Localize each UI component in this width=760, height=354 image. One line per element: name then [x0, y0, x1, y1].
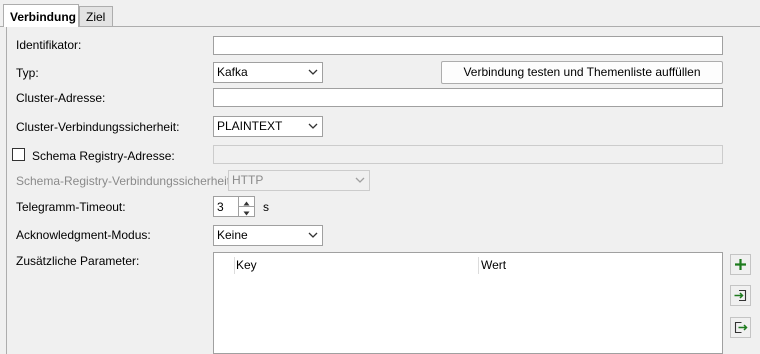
- triangle-down-icon: [243, 211, 250, 216]
- chevron-down-icon: [308, 232, 318, 238]
- ack-modus-value: Keine: [217, 228, 248, 242]
- typ-select[interactable]: Kafka: [213, 62, 323, 83]
- cluster-adresse-label: Cluster-Adresse:: [16, 91, 106, 105]
- cluster-sicherheit-label: Cluster-Verbindungssicherheit:: [16, 120, 180, 134]
- cluster-sicherheit-value: PLAINTEXT: [217, 119, 283, 133]
- plus-icon: [735, 259, 746, 270]
- tab-ziel[interactable]: Ziel: [79, 6, 113, 26]
- chevron-down-icon: [355, 177, 365, 183]
- params-grid[interactable]: Key Wert: [213, 252, 723, 354]
- tab-bar: Verbindung Ziel: [0, 0, 760, 27]
- schema-sicherheit-select[interactable]: HTTP: [228, 170, 370, 191]
- row-selector-header: [217, 257, 235, 274]
- schema-registry-label: Schema Registry-Adresse:: [32, 149, 175, 163]
- timeout-stepper-buttons: [238, 197, 254, 216]
- tab-verbindung[interactable]: Verbindung: [3, 4, 79, 27]
- schema-registry-field[interactable]: [213, 145, 723, 164]
- stepper-down-button[interactable]: [239, 207, 254, 216]
- chevron-down-icon: [308, 123, 318, 129]
- column-header-wert[interactable]: Wert: [481, 258, 506, 272]
- export-parameters-button[interactable]: [730, 317, 751, 338]
- typ-label: Typ:: [16, 66, 39, 80]
- schema-registry-checkbox[interactable]: [12, 148, 25, 161]
- ack-modus-label: Acknowledgment-Modus:: [16, 228, 151, 242]
- stepper-up-button[interactable]: [239, 197, 254, 207]
- import-icon: [734, 289, 747, 302]
- identifikator-field[interactable]: [213, 36, 723, 55]
- timeout-unit: s: [263, 200, 269, 214]
- chevron-down-icon: [308, 69, 318, 75]
- test-connection-button[interactable]: Verbindung testen und Themenliste auffül…: [441, 61, 723, 84]
- identifikator-label: Identifikator:: [16, 38, 82, 52]
- schema-sicherheit-label: Schema-Registry-Verbindungssicherheit:: [16, 174, 234, 188]
- timeout-stepper[interactable]: 3: [213, 196, 255, 217]
- timeout-value: 3: [217, 200, 224, 214]
- export-icon: [734, 321, 748, 334]
- ack-modus-select[interactable]: Keine: [213, 225, 323, 246]
- add-parameter-button[interactable]: [730, 254, 751, 275]
- cluster-sicherheit-select[interactable]: PLAINTEXT: [213, 116, 323, 137]
- typ-select-value: Kafka: [217, 65, 248, 79]
- column-header-key[interactable]: Key: [236, 258, 257, 272]
- schema-sicherheit-value: HTTP: [232, 173, 264, 187]
- import-parameters-button[interactable]: [730, 285, 751, 306]
- cluster-adresse-field[interactable]: [213, 88, 723, 107]
- params-label: Zusätzliche Parameter:: [16, 254, 140, 268]
- column-separator: [478, 257, 479, 274]
- timeout-label: Telegramm-Timeout:: [16, 200, 126, 214]
